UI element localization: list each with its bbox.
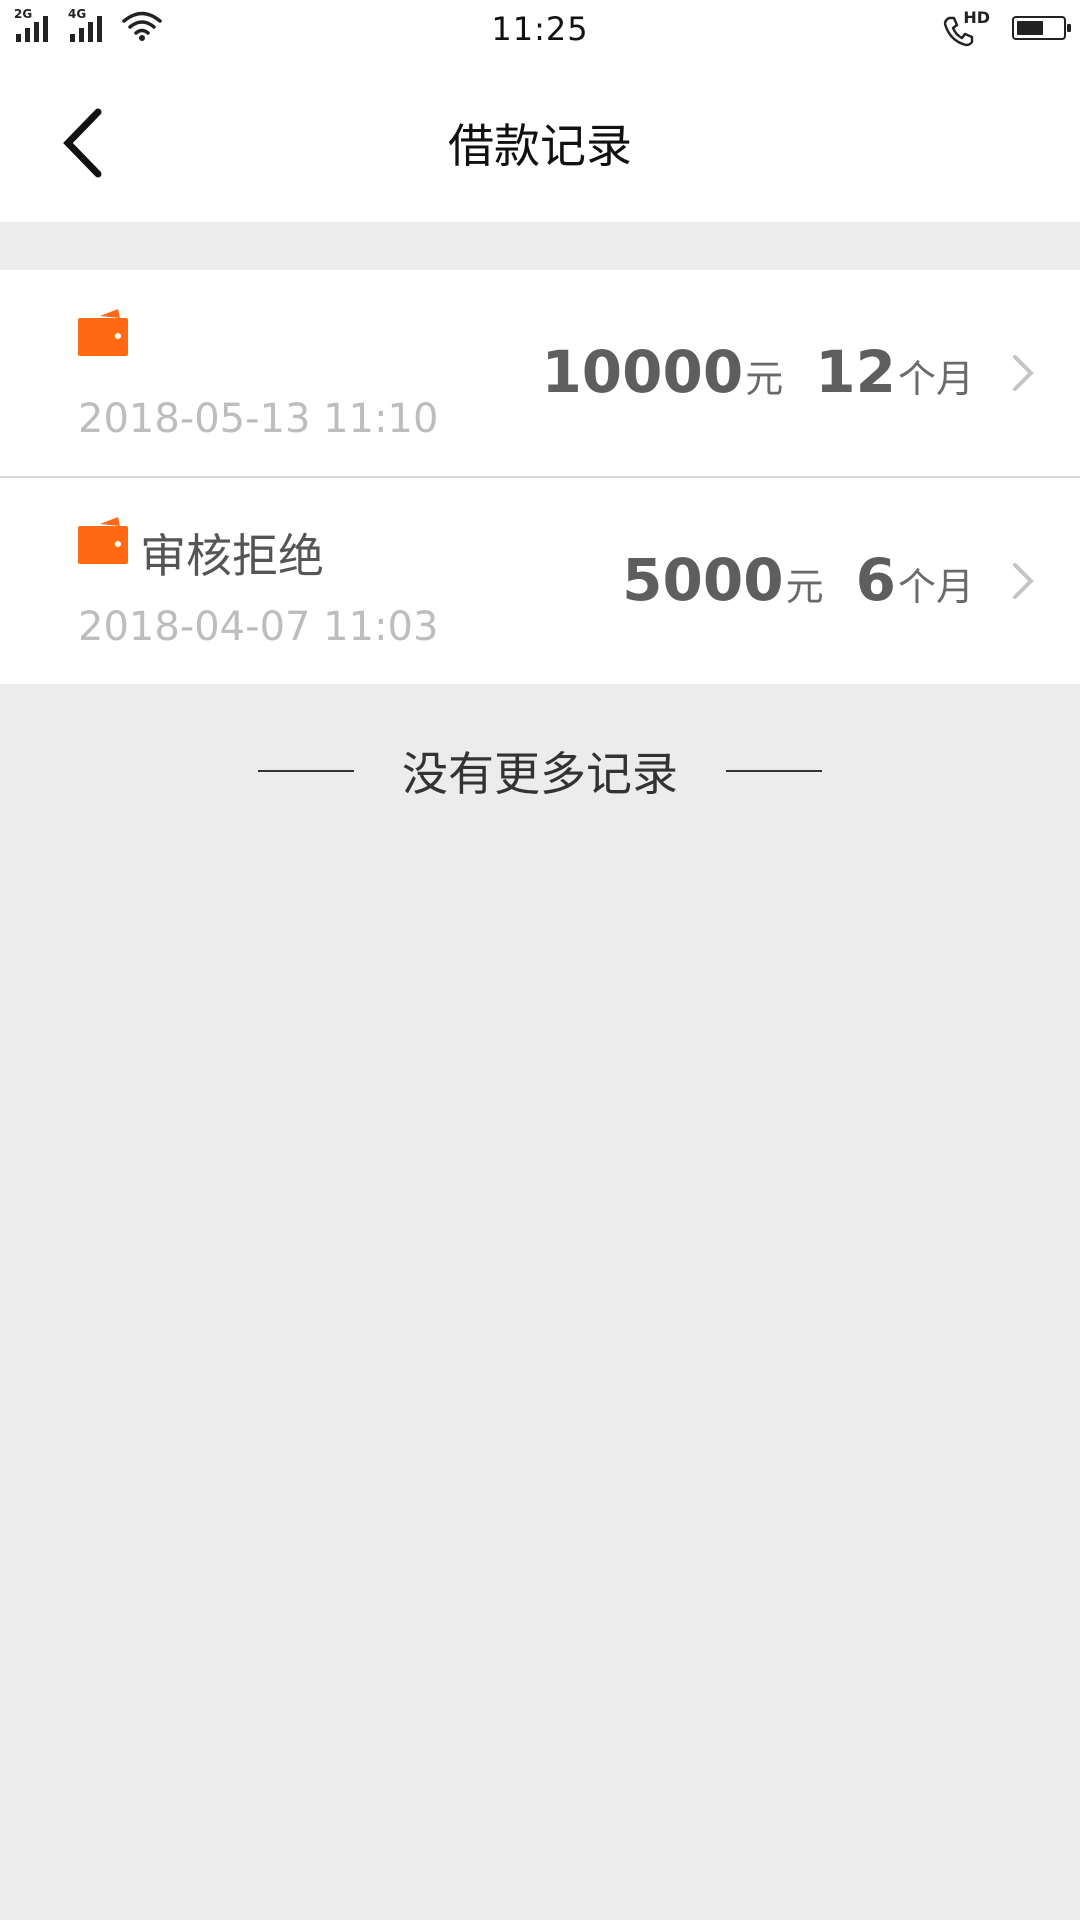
- no-more-text: 没有更多记录: [402, 747, 678, 801]
- loan-term: 12: [815, 338, 896, 406]
- amount-unit: 元: [785, 565, 824, 609]
- term-unit: 个月: [897, 357, 974, 401]
- loan-amount: 10000: [541, 338, 744, 406]
- status-bar-right: HD: [942, 8, 1071, 47]
- record-amounts: 10000 元 12 个月: [541, 338, 974, 406]
- term-unit: 个月: [897, 565, 974, 609]
- battery-fill: [1017, 21, 1043, 35]
- record-status: 审核拒绝: [140, 529, 324, 583]
- chevron-right-icon: [1013, 355, 1034, 391]
- chevron-right-icon: [1013, 563, 1034, 599]
- amount-unit: 元: [745, 357, 784, 401]
- no-more-records: 没有更多记录: [0, 738, 1080, 804]
- record-row[interactable]: 2018-05-13 11:10 10000 元 12 个月: [0, 270, 1080, 476]
- status-bar: 2G 4G 11:25 HD: [0, 0, 1080, 60]
- hd-call-icon: HD: [942, 8, 990, 47]
- page-title: 借款记录: [448, 119, 632, 173]
- record-amounts: 5000 元 6 个月: [622, 546, 974, 614]
- wallet-icon: [78, 517, 128, 564]
- status-time: 11:25: [491, 10, 589, 48]
- record-row[interactable]: 审核拒绝 2018-04-07 11:03 5000 元 6 个月: [0, 476, 1080, 684]
- hd-label: HD: [963, 8, 990, 27]
- loan-amount: 5000: [622, 546, 784, 614]
- divider-left: [258, 770, 354, 772]
- record-list: 2018-05-13 11:10 10000 元 12 个月 审核拒绝 2018…: [0, 270, 1080, 684]
- loan-records-screen: 2G 4G 11:25 HD 借款记录 2018-05-13 11:10 100…: [0, 0, 1080, 1920]
- loan-term: 6: [855, 546, 896, 614]
- nav-bar: 借款记录: [0, 60, 1080, 222]
- record-date: 2018-04-07 11:03: [78, 604, 439, 650]
- battery-icon: [1012, 16, 1071, 40]
- wallet-icon: [78, 309, 128, 356]
- record-date: 2018-05-13 11:10: [78, 396, 439, 442]
- divider-right: [726, 770, 822, 772]
